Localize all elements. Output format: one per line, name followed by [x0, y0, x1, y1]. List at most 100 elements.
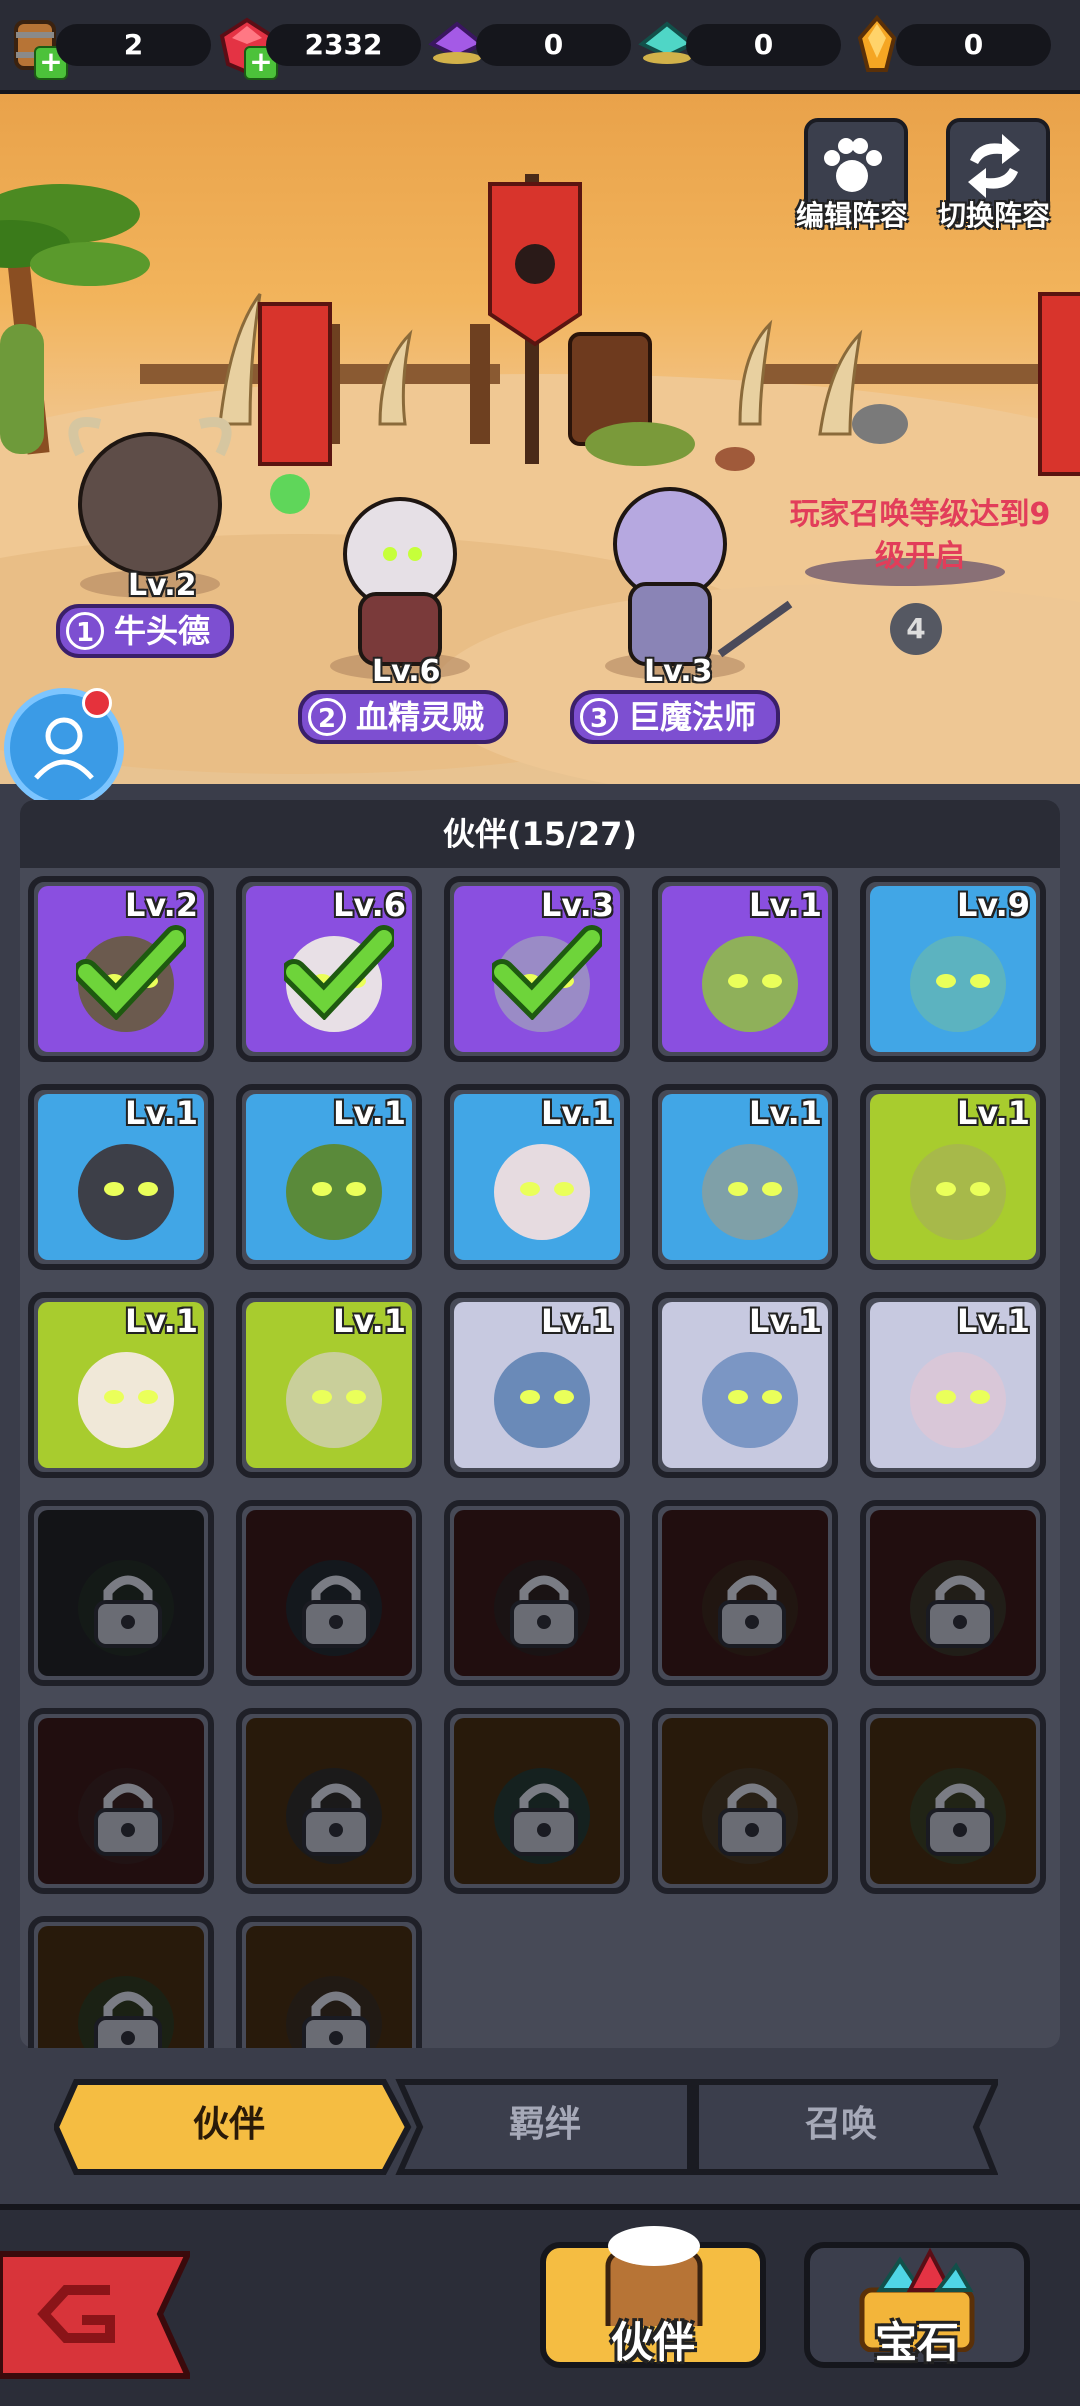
- partner-card[interactable]: [444, 1500, 630, 1686]
- partner-portrait: [702, 1352, 798, 1448]
- partner-level: Lv.1: [332, 1302, 406, 1340]
- partner-level: Lv.1: [748, 1302, 822, 1340]
- checkmark-icon: [284, 925, 394, 1020]
- gem-nav-label: 宝石: [874, 2318, 959, 2367]
- partner-card[interactable]: [28, 1500, 214, 1686]
- portrait-eye: [520, 1182, 540, 1196]
- partner-portrait: [494, 1352, 590, 1448]
- partner-card[interactable]: [860, 1500, 1046, 1686]
- partner-portrait: [494, 1144, 590, 1240]
- portrait-eye: [312, 1390, 332, 1404]
- tab-bond[interactable]: 羁绊: [400, 2078, 690, 2172]
- partner-nav-button[interactable]: 伙伴: [540, 2226, 766, 2368]
- partner-level: Lv.1: [124, 1302, 198, 1340]
- hero2-name-tag[interactable]: 2 血精灵贼: [298, 690, 509, 744]
- partner-nav-label: 伙伴: [610, 2318, 695, 2367]
- slot4-locked-message: 玩家召唤等级达到9级开启: [789, 497, 1051, 574]
- partner-card[interactable]: Lv.1: [652, 1084, 838, 1270]
- portrait-eye: [104, 1182, 124, 1196]
- lock-icon: [94, 1783, 162, 1856]
- hero3-name-tag[interactable]: 3 巨魔法师: [570, 690, 781, 744]
- tab-summon[interactable]: 召唤: [696, 2078, 986, 2172]
- partner-card[interactable]: [652, 1500, 838, 1686]
- hero2-name: 血精灵贼: [356, 698, 485, 736]
- partner-card[interactable]: [652, 1708, 838, 1894]
- hero1-name: 牛头德: [114, 612, 211, 650]
- back-button[interactable]: [0, 2250, 193, 2380]
- partner-card[interactable]: Lv.1: [236, 1292, 422, 1478]
- partner-card[interactable]: Lv.6: [236, 876, 422, 1062]
- tab-partner[interactable]: 伙伴: [74, 2078, 384, 2172]
- partner-card[interactable]: [236, 1500, 422, 1686]
- portrait-eye: [346, 1182, 366, 1196]
- portrait-eye: [728, 1390, 748, 1404]
- partner-card[interactable]: [860, 1708, 1046, 1894]
- partner-card[interactable]: Lv.1: [652, 1292, 838, 1478]
- partner-card[interactable]: Lv.1: [28, 1292, 214, 1478]
- hero3-level: Lv.3: [644, 654, 713, 689]
- partner-card[interactable]: Lv.9: [860, 876, 1046, 1062]
- portrait-eye: [554, 1182, 574, 1196]
- portrait-eye: [138, 1182, 158, 1196]
- partner-card[interactable]: [444, 1708, 630, 1894]
- lock-icon: [510, 1783, 578, 1856]
- partner-card[interactable]: Lv.2: [28, 876, 214, 1062]
- partner-card[interactable]: [28, 1708, 214, 1894]
- portrait-eye: [936, 1390, 956, 1404]
- partner-card[interactable]: Lv.1: [28, 1084, 214, 1270]
- partner-panel-title: 伙伴(15/27): [20, 800, 1060, 868]
- teal-crystal-count: 0: [753, 28, 774, 61]
- hero1-name-tag[interactable]: 1 牛头德: [56, 604, 235, 658]
- partner-portrait: [78, 1144, 174, 1240]
- partner-level: Lv.6: [332, 886, 406, 924]
- partner-card[interactable]: Lv.1: [652, 876, 838, 1062]
- portrait-eye: [520, 1390, 540, 1404]
- portrait-eye: [936, 1182, 956, 1196]
- lock-icon: [302, 1991, 370, 2048]
- lock-icon: [94, 1991, 162, 2048]
- partner-level: Lv.1: [332, 1094, 406, 1132]
- hero-blood-elf-rogue[interactable]: [343, 497, 457, 666]
- partner-card[interactable]: Lv.1: [236, 1084, 422, 1270]
- portrait-eye: [970, 1182, 990, 1196]
- lock-icon: [718, 1783, 786, 1856]
- portrait-eye: [104, 1390, 124, 1404]
- lock-icon: [302, 1783, 370, 1856]
- hero1-level: Lv.2: [128, 568, 197, 603]
- partner-portrait: [78, 1352, 174, 1448]
- portrait-eye: [762, 1182, 782, 1196]
- partner-level: Lv.1: [956, 1094, 1030, 1132]
- partner-level: Lv.1: [956, 1302, 1030, 1340]
- edit-lineup-label: 编辑阵容: [795, 199, 908, 232]
- partner-portrait: [910, 1352, 1006, 1448]
- notification-dot: [82, 688, 112, 718]
- portrait-eye: [936, 974, 956, 988]
- slot4-indicator: 4: [890, 603, 942, 655]
- gem-nav-button[interactable]: 宝石: [804, 2242, 1030, 2368]
- checkmark-icon: [76, 925, 186, 1020]
- lock-icon: [302, 1575, 370, 1648]
- partner-card[interactable]: [28, 1916, 214, 2048]
- resource-bar: + 2 + 2332 0 0 0: [0, 0, 1080, 94]
- partner-card[interactable]: Lv.1: [444, 1292, 630, 1478]
- partner-level: Lv.2: [124, 886, 198, 924]
- hero2-slot: 2: [308, 698, 346, 736]
- partner-card[interactable]: Lv.1: [860, 1292, 1046, 1478]
- portrait-eye: [728, 974, 748, 988]
- lock-icon: [94, 1575, 162, 1648]
- partner-portrait: [910, 936, 1006, 1032]
- partner-portrait: [702, 1144, 798, 1240]
- switch-lineup-label: 切换阵容: [937, 199, 1050, 232]
- lock-icon: [926, 1575, 994, 1648]
- beer-count: 2: [123, 28, 144, 61]
- partner-card[interactable]: Lv.1: [860, 1084, 1046, 1270]
- hero2-level: Lv.6: [372, 654, 441, 689]
- portrait-eye: [554, 1390, 574, 1404]
- partner-card[interactable]: [236, 1708, 422, 1894]
- lock-icon: [510, 1575, 578, 1648]
- partner-card[interactable]: Lv.1: [444, 1084, 630, 1270]
- partner-card[interactable]: [236, 1916, 422, 2048]
- partner-card[interactable]: Lv.3: [444, 876, 630, 1062]
- orange-crystal-count: 0: [963, 28, 984, 61]
- portrait-eye: [346, 1390, 366, 1404]
